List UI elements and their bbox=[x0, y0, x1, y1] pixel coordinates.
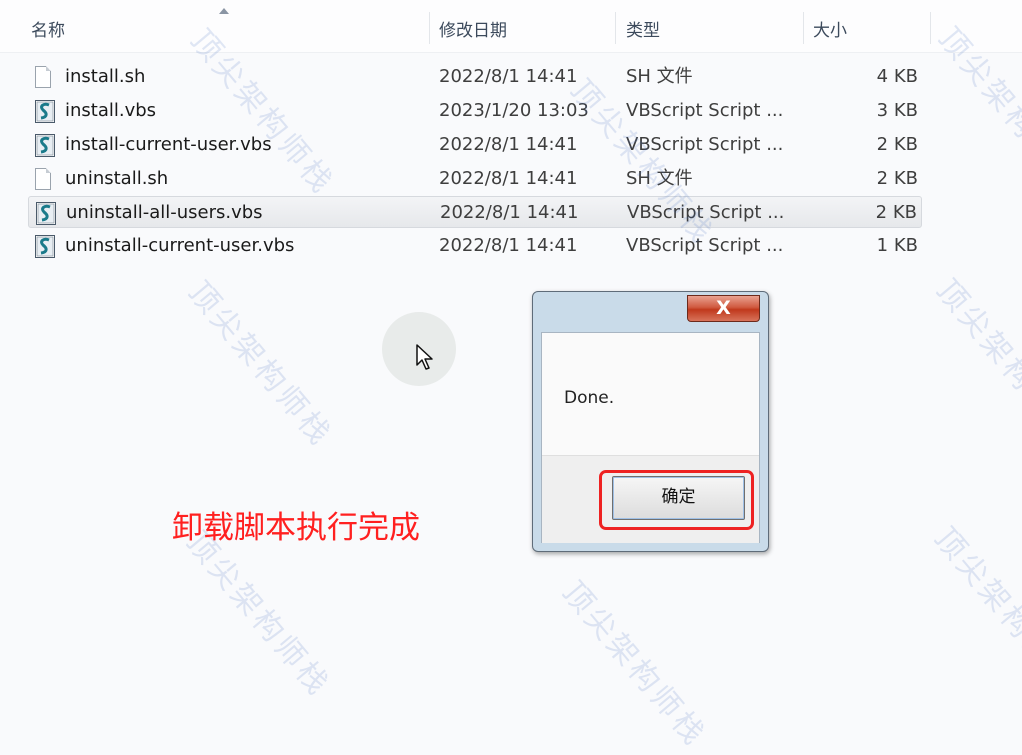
file-size: 2 KB bbox=[876, 168, 918, 189]
watermark-text: 顶尖架构师栈 bbox=[927, 521, 1022, 700]
dialog-content: Done. bbox=[542, 333, 759, 455]
file-type: VBScript Script ... bbox=[626, 235, 784, 256]
file-name: install.vbs bbox=[65, 100, 157, 121]
watermark-text: 顶尖架构师栈 bbox=[181, 275, 340, 454]
file-row-selected[interactable]: uninstall-all-users.vbs 2022/8/1 14:41 V… bbox=[28, 196, 922, 228]
column-divider[interactable] bbox=[930, 12, 931, 44]
annotation-text: 卸载脚本执行完成 bbox=[172, 510, 420, 546]
file-date: 2023/1/20 13:03 bbox=[439, 100, 589, 121]
column-header: 名称 修改日期 类型 大小 bbox=[0, 0, 1022, 53]
column-divider[interactable] bbox=[615, 12, 616, 44]
file-date: 2022/8/1 14:41 bbox=[439, 134, 578, 155]
file-type: SH 文件 bbox=[626, 168, 693, 189]
file-name: install-current-user.vbs bbox=[65, 134, 272, 155]
file-date: 2022/8/1 14:41 bbox=[439, 66, 578, 87]
vbscript-icon bbox=[36, 202, 56, 225]
vbscript-icon bbox=[35, 100, 55, 123]
watermark-text: 顶尖架构师栈 bbox=[929, 273, 1022, 452]
file-type: SH 文件 bbox=[626, 66, 693, 87]
vbscript-icon bbox=[35, 134, 55, 157]
file-row[interactable]: install-current-user.vbs 2022/8/1 14:41 … bbox=[28, 129, 922, 161]
file-row[interactable]: uninstall.sh 2022/8/1 14:41 SH 文件 2 KB bbox=[28, 163, 922, 195]
file-size: 2 KB bbox=[876, 134, 918, 155]
file-date: 2022/8/1 14:41 bbox=[440, 202, 579, 223]
column-header-type[interactable]: 类型 bbox=[626, 0, 660, 52]
file-row[interactable]: install.sh 2022/8/1 14:41 SH 文件 4 KB bbox=[28, 61, 922, 93]
file-size: 4 KB bbox=[876, 66, 918, 87]
file-name: install.sh bbox=[65, 66, 146, 87]
highlight-box bbox=[599, 470, 754, 530]
dialog-message: Done. bbox=[564, 388, 615, 408]
mouse-pointer-icon bbox=[416, 344, 433, 370]
file-row[interactable]: uninstall-current-user.vbs 2022/8/1 14:4… bbox=[28, 230, 922, 262]
file-name: uninstall-current-user.vbs bbox=[65, 235, 295, 256]
file-size: 2 KB bbox=[875, 202, 917, 223]
file-size: 1 KB bbox=[876, 235, 918, 256]
file-name: uninstall.sh bbox=[65, 168, 169, 189]
file-date: 2022/8/1 14:41 bbox=[439, 168, 578, 189]
file-date: 2022/8/1 14:41 bbox=[439, 235, 578, 256]
sort-ascending-icon[interactable] bbox=[219, 8, 229, 14]
column-header-date[interactable]: 修改日期 bbox=[439, 0, 507, 52]
watermark-text: 顶尖架构师栈 bbox=[555, 575, 714, 754]
file-size: 3 KB bbox=[876, 100, 918, 121]
file-name: uninstall-all-users.vbs bbox=[66, 202, 263, 223]
close-button[interactable]: X bbox=[687, 295, 760, 322]
file-type: VBScript Script ... bbox=[627, 202, 785, 223]
message-dialog: X Done. 确定 bbox=[532, 291, 769, 552]
file-type: VBScript Script ... bbox=[626, 100, 784, 121]
column-header-size[interactable]: 大小 bbox=[813, 0, 847, 52]
file-row[interactable]: install.vbs 2023/1/20 13:03 VBScript Scr… bbox=[28, 95, 922, 127]
column-divider[interactable] bbox=[429, 12, 430, 44]
close-icon: X bbox=[716, 297, 731, 319]
document-icon bbox=[35, 168, 55, 191]
file-type: VBScript Script ... bbox=[626, 134, 784, 155]
column-header-name[interactable]: 名称 bbox=[31, 0, 65, 52]
watermark-text: 顶尖架构师栈 bbox=[179, 525, 338, 704]
column-divider[interactable] bbox=[803, 12, 804, 44]
vbscript-icon bbox=[35, 235, 55, 258]
document-icon bbox=[35, 66, 55, 89]
